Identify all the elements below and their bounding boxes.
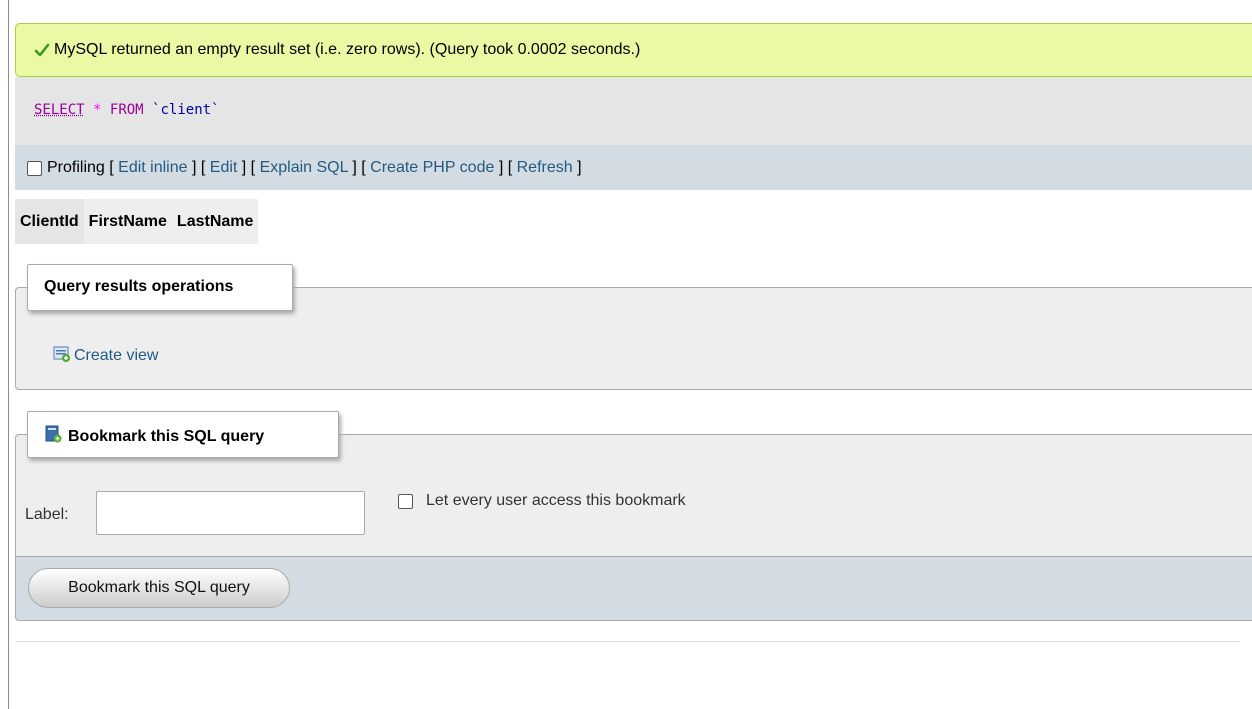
sql-code: SELECT * FROM `client`	[34, 102, 219, 118]
create-view-label: Create view	[74, 347, 159, 364]
checkmark-icon	[34, 43, 50, 57]
query-results-operations-legend: Query results operations	[27, 264, 293, 311]
edit-link[interactable]: Edit	[210, 159, 238, 176]
left-panel-border	[8, 0, 9, 709]
sql-query-box: SELECT * FROM `client`	[15, 77, 1252, 145]
divider-line	[15, 641, 1240, 642]
bookmark-icon	[45, 425, 62, 443]
bookmark-label-input[interactable]	[96, 491, 365, 535]
bookmark-legend-label: Bookmark this SQL query	[68, 428, 265, 445]
column-header-firstname[interactable]: FirstName	[84, 199, 172, 244]
column-header-lastname[interactable]: LastName	[172, 199, 258, 244]
create-view-icon	[53, 346, 70, 362]
bookmark-submit-button[interactable]: Bookmark this SQL query	[28, 568, 290, 608]
sql-star: *	[93, 102, 102, 118]
query-tools-bar: Profiling [ Edit inline ] [ Edit ] [ Exp…	[15, 145, 1252, 190]
results-table-header: ClientId FirstName LastName	[15, 199, 259, 244]
profiling-checkbox[interactable]	[27, 161, 42, 176]
success-message-text: MySQL returned an empty result set (i.e.…	[54, 41, 641, 58]
tools-links: Profiling [ Edit inline ] [ Edit ] [ Exp…	[47, 159, 582, 176]
bookmark-submit-bar: Bookmark this SQL query	[15, 556, 1252, 621]
create-view-link[interactable]: Create view	[53, 345, 158, 365]
share-bookmark-checkbox[interactable]	[398, 494, 413, 509]
refresh-link[interactable]: Refresh	[517, 159, 573, 176]
sql-keyword-from: FROM	[109, 102, 144, 118]
sql-table-name: `client`	[152, 102, 220, 118]
sql-keyword-select[interactable]: SELECT	[34, 102, 85, 118]
edit-inline-link[interactable]: Edit inline	[118, 159, 187, 176]
share-bookmark-label[interactable]: Let every user access this bookmark	[426, 492, 686, 510]
success-message: MySQL returned an empty result set (i.e.…	[15, 23, 1252, 77]
profiling-label: Profiling	[47, 159, 105, 176]
create-php-code-link[interactable]: Create PHP code	[370, 159, 494, 176]
bookmark-label-text: Label:	[25, 506, 69, 523]
explain-sql-link[interactable]: Explain SQL	[260, 159, 348, 176]
bookmark-legend: Bookmark this SQL query	[27, 411, 339, 458]
column-header-clientid[interactable]: ClientId	[15, 199, 84, 244]
